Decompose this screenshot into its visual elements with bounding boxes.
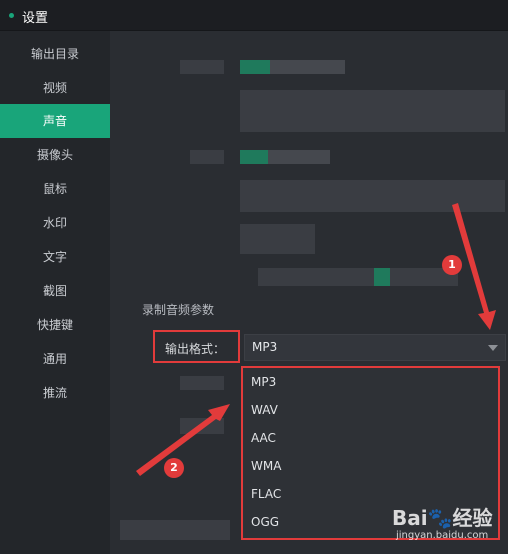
step-1-marker: 1 — [442, 255, 462, 275]
watermark-site: jingyan.baidu.com — [396, 530, 489, 541]
step-2-marker: 2 — [164, 458, 184, 478]
watermark-logo: Bai🐾经验 — [392, 506, 493, 530]
annotation-arrows — [136, 203, 496, 476]
baidu-jingyan-watermark: Bai🐾经验 jingyan.baidu.com — [392, 502, 508, 554]
